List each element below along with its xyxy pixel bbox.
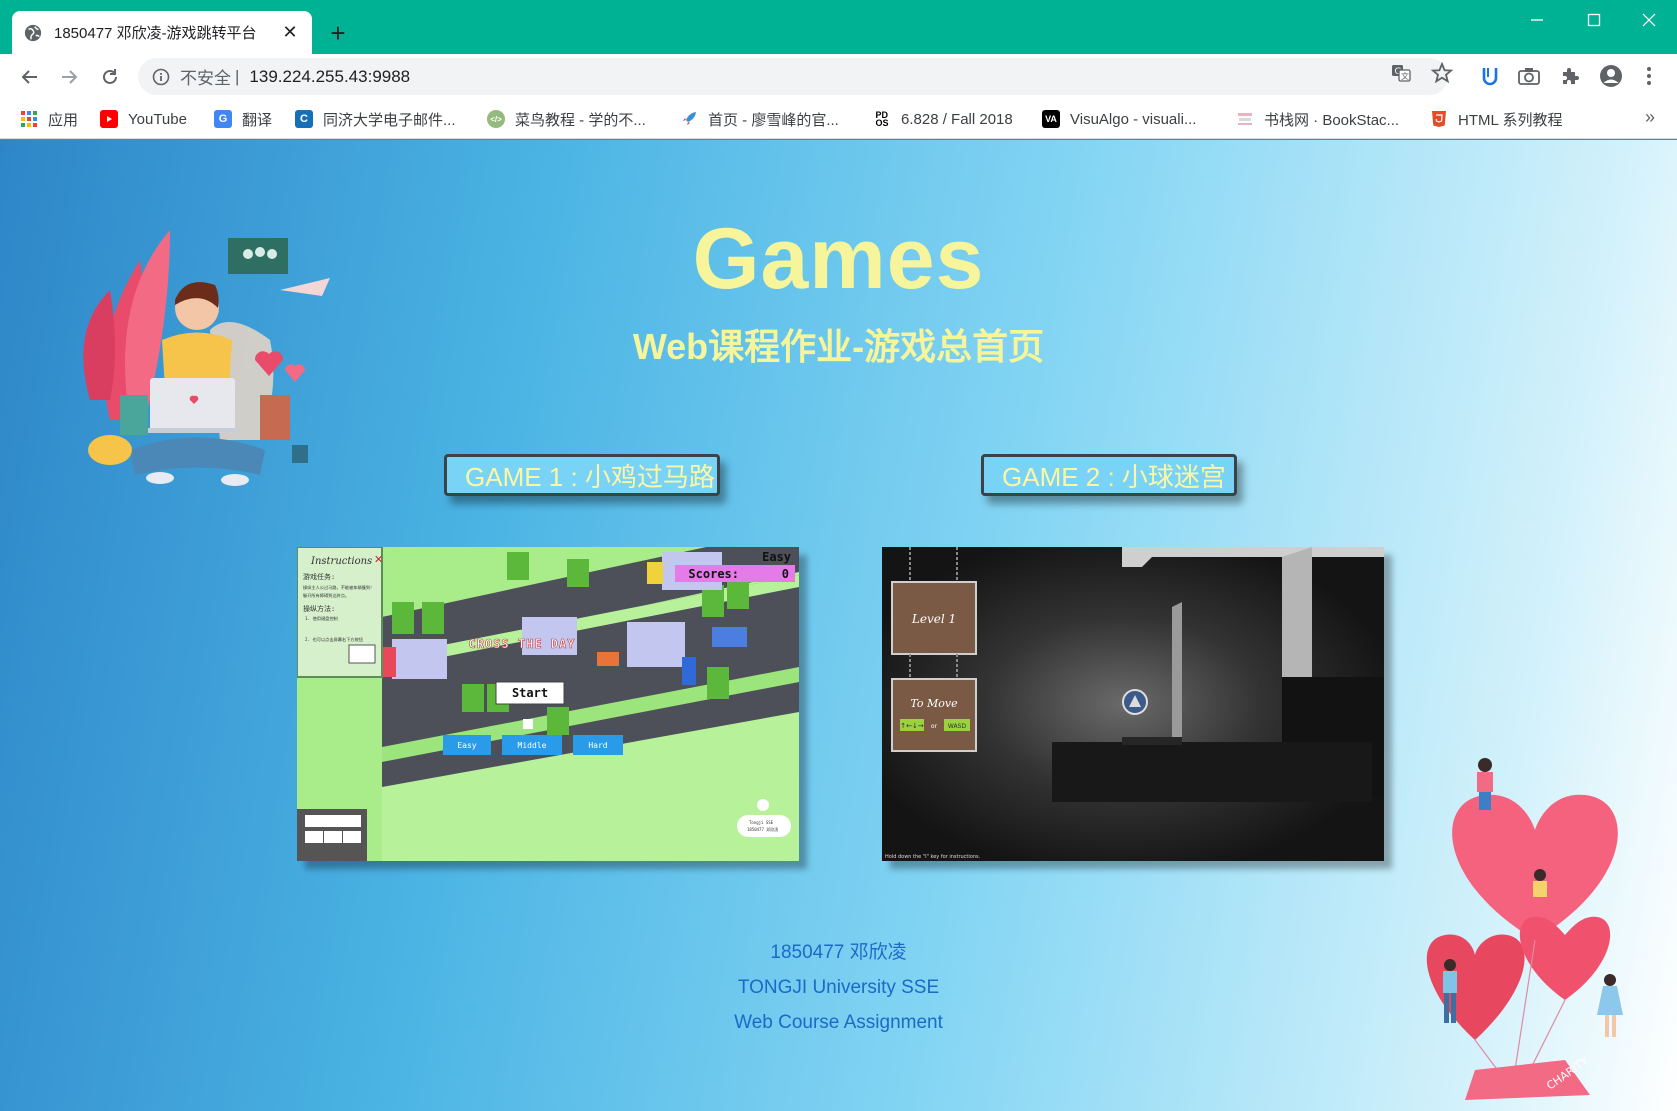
bookmark-label: 首页 - 廖雪峰的官... [708, 111, 839, 129]
bookstack-icon [1236, 110, 1254, 128]
scores-value: 0 [782, 567, 789, 581]
badge-line1: Tongji SSE [749, 820, 774, 825]
rocket-icon [680, 110, 698, 128]
bookmarks-bar: 应用 YouTube G 翻译 C 同济大学电子邮件... </> 菜鸟教程 -… [0, 99, 1677, 139]
easy-button: Easy [457, 741, 476, 750]
bookmark-label: 同济大学电子邮件... [323, 111, 456, 129]
instructions-task: 游戏任务: [303, 572, 335, 581]
scores-label: Scores: [688, 567, 739, 581]
keys-or: or [931, 723, 938, 730]
url-text[interactable]: 139.224.255.43:9988 [249, 67, 410, 87]
html5-icon [1430, 110, 1448, 128]
maximize-icon[interactable] [1566, 4, 1622, 36]
bookmark-label: 6.828 / Fall 2018 [901, 110, 1013, 128]
game1-preview-image[interactable]: Instructions ✕ 游戏任务: 操纵主人公过马路，不能被车辆撞到！ 躲… [297, 547, 799, 861]
youtube-icon [100, 110, 118, 128]
bookmark-label: 应用 [48, 111, 79, 129]
middle-button: Middle [518, 741, 547, 750]
instructions-line2: 躲开所有障碍到达终点。 [303, 592, 349, 599]
game-banner: CROSS THE DAY [469, 637, 576, 651]
page-title: Games [692, 211, 985, 307]
badge-line2: 1850477 邓欣凌 [747, 826, 778, 832]
extensions-puzzle-icon[interactable] [1556, 62, 1584, 90]
pdos-icon: PD OS [875, 110, 889, 128]
bookmark-liaoxuefeng[interactable]: 首页 - 廖雪峰的官... [680, 107, 839, 131]
insecure-label: 不安全 [180, 69, 231, 88]
info-icon[interactable] [152, 68, 170, 86]
minimize-icon[interactable] [1509, 4, 1565, 36]
bookmark-label: 菜鸟教程 - 学的不... [515, 111, 646, 129]
bookmark-html-tutorial[interactable]: HTML 系列教程 [1430, 107, 1562, 131]
reload-icon[interactable] [94, 61, 126, 93]
more-bookmarks-chevron-icon[interactable]: » [1645, 107, 1655, 128]
runoob-icon: </> [487, 110, 505, 128]
game2-preview-image[interactable]: Level 1 To Move ↑←↓→ or WASD Hold down t… [882, 547, 1384, 861]
globe-icon [24, 24, 42, 41]
profile-avatar-icon[interactable] [1597, 62, 1625, 90]
game2-button[interactable]: GAME 2 : 小球迷宫 [981, 454, 1237, 496]
svg-text:文: 文 [1401, 71, 1409, 81]
move-sign: To Move [910, 697, 958, 710]
tab-title: 1850477 邓欣凌-游戏跳转平台 [54, 25, 257, 42]
u-extension-icon[interactable] [1476, 62, 1504, 90]
wasd-keys: WASD [948, 723, 967, 730]
bookmark-youtube[interactable]: YouTube [100, 107, 187, 131]
arrow-keys: ↑←↓→ [900, 722, 924, 730]
game1-button[interactable]: GAME 1 : 小鸡过马路 [444, 454, 720, 496]
page-subtitle: Web课程作业-游戏总首页 [632, 326, 1045, 367]
forward-arrow-icon[interactable] [53, 61, 85, 93]
hard-button: Hard [588, 741, 607, 750]
bookmark-label: 翻译 [242, 111, 273, 129]
instructions-title: Instructions [310, 556, 372, 567]
instructions-step2: 2. 也可以点击屏幕右下方按钮 [305, 636, 363, 643]
apps-grid-icon [20, 110, 38, 128]
window-close-icon[interactable] [1621, 4, 1677, 36]
browser-menu-icon[interactable] [1635, 62, 1663, 90]
instructions-step1: 1. 使用键盘控制 [305, 615, 338, 622]
bookmark-star-icon[interactable] [1431, 62, 1453, 84]
browser-titlebar: 1850477 邓欣凌-游戏跳转平台 ✕ + [0, 0, 1677, 54]
bookmark-bookstack[interactable]: 书栈网 · BookStac... [1236, 107, 1399, 131]
difficulty-label: Easy [762, 550, 791, 564]
bookmark-apps[interactable]: 应用 [20, 107, 78, 131]
new-tab-button[interactable]: + [322, 17, 354, 49]
instructions-method: 操纵方法: [303, 604, 335, 613]
bookmark-tongji-mail[interactable]: C 同济大学电子邮件... [295, 107, 456, 131]
bookmark-label: VisuAlgo - visuali... [1070, 110, 1197, 128]
start-button: Start [512, 686, 548, 700]
svg-text:✕: ✕ [374, 553, 383, 566]
translate-icon: G [214, 110, 232, 128]
bookmark-runoob[interactable]: </> 菜鸟教程 - 学的不... [487, 107, 646, 131]
hearts-balloons-illustration: CHARITY [1426, 758, 1623, 1100]
page-viewport: Games Web课程作业-游戏总首页 GAME 1 : 小鸡过马路 GAME … [0, 140, 1677, 1111]
bookmark-6828[interactable]: PD OS 6.828 / Fall 2018 [873, 107, 1013, 131]
browser-tab[interactable]: 1850477 邓欣凌-游戏跳转平台 ✕ [12, 11, 312, 54]
mail-c-icon: C [295, 110, 313, 128]
instructions-line1: 操纵主人公过马路，不能被车辆撞到！ [303, 584, 374, 591]
bookmark-label: HTML 系列教程 [1458, 111, 1563, 129]
bookmark-translate[interactable]: G 翻译 [214, 107, 272, 131]
address-bar[interactable]: 不安全 | 139.224.255.43:9988 [138, 58, 1448, 95]
instructions-hint: Hold down the "I" key for instructions. [885, 854, 981, 860]
level-sign: Level 1 [911, 612, 956, 626]
bookmark-visualgo[interactable]: VA VisuAlgo - visuali... [1042, 107, 1196, 131]
visualgo-icon: VA [1042, 110, 1060, 128]
camera-extension-icon[interactable] [1515, 62, 1543, 90]
translate-page-icon[interactable]: G文 [1390, 62, 1412, 84]
url-separator: | [235, 66, 240, 86]
tab-close-icon[interactable]: ✕ [280, 22, 300, 43]
bookmark-label: 书栈网 · BookStac... [1264, 111, 1400, 129]
back-arrow-icon[interactable] [14, 61, 46, 93]
bookmark-label: YouTube [128, 110, 187, 128]
browser-toolbar: 不安全 | 139.224.255.43:9988 G文 [0, 54, 1677, 99]
